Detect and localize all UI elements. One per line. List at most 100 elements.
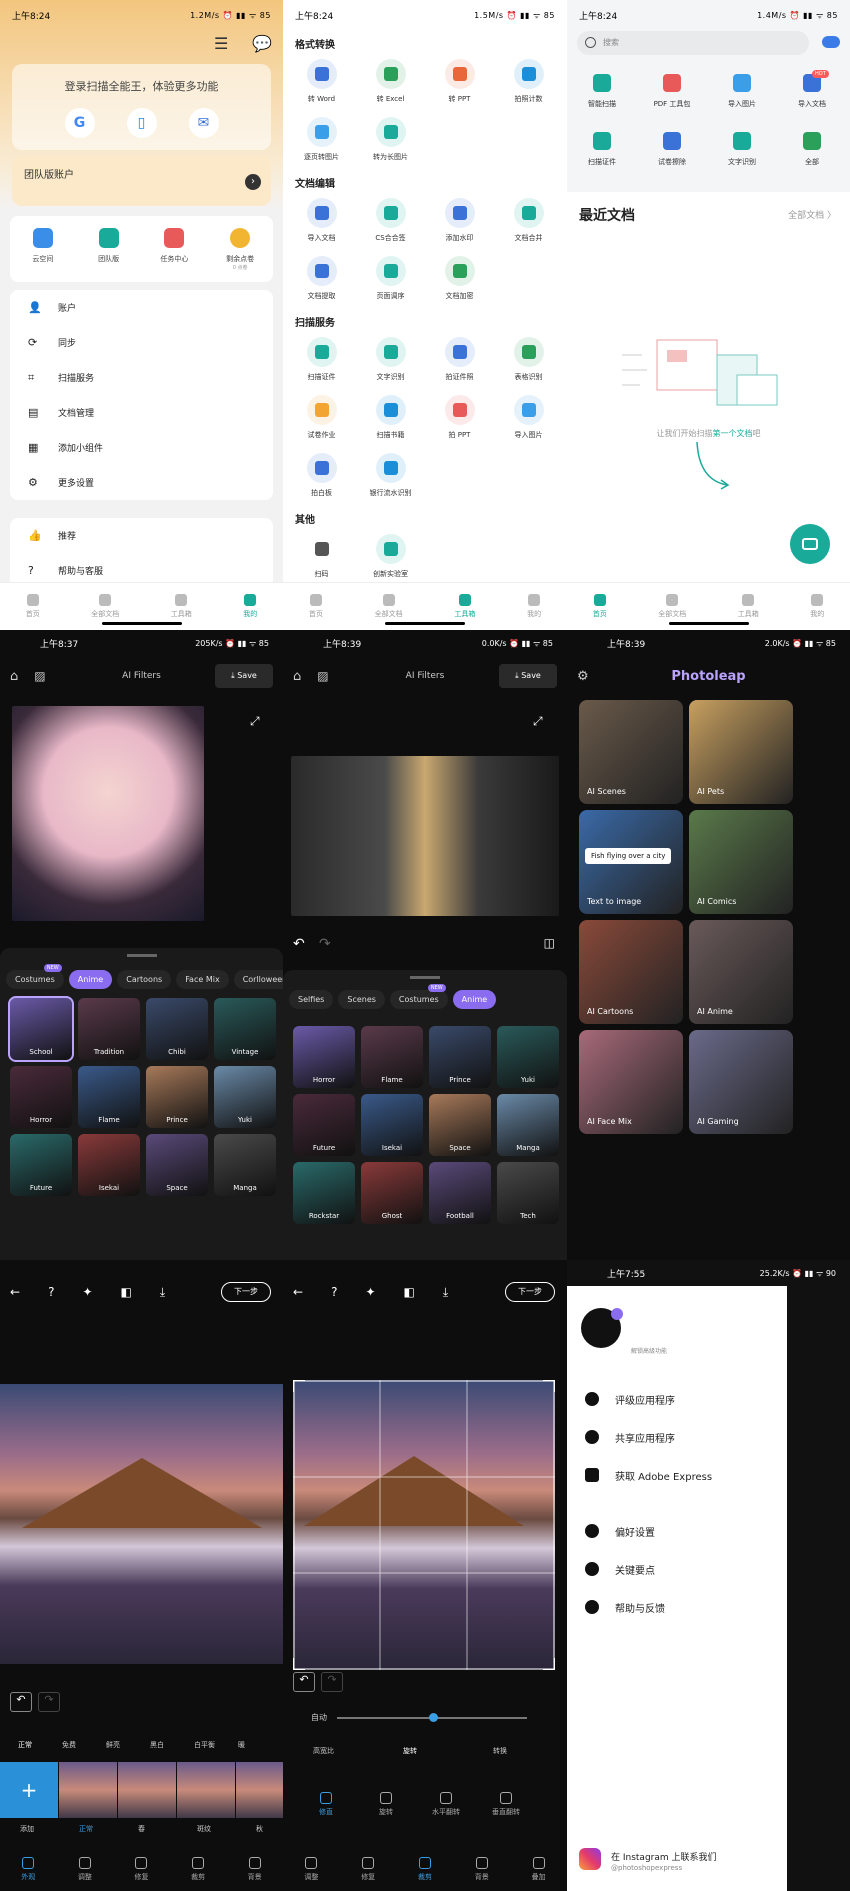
menu-help[interactable]: 帮助与反馈 [567,1588,787,1626]
tool-item[interactable]: 拍白板 [287,447,356,505]
slider-thumb[interactable] [429,1713,438,1722]
expand-icon[interactable]: ⤢ [250,714,260,729]
filter-thumb[interactable] [177,1762,235,1818]
chip-face-mix[interactable]: Face Mix [176,970,229,989]
filter-thumb[interactable]: Horror [293,1026,355,1088]
tab-toolbox[interactable]: 工具箱 [738,594,759,619]
tool-item[interactable]: 转为长图片 [356,111,425,169]
quick-tasks[interactable]: 任务中心 [149,228,199,282]
expand-icon[interactable]: ⤢ [533,714,543,729]
chip-scenes[interactable]: Scenes [338,990,385,1009]
tool-item[interactable]: CS合合签 [356,192,425,250]
undo-icon[interactable]: ↶ [10,1692,32,1712]
tab-home[interactable]: 首页 [593,594,607,619]
filter-thumb[interactable]: Tradition [78,998,140,1060]
tab-me[interactable]: 我的 [243,594,257,619]
help-icon[interactable]: ? [48,1285,54,1299]
download-icon[interactable]: ⤓ [443,1285,448,1300]
tool-item[interactable]: 扫码 [287,528,356,586]
tool-item[interactable]: 文档合并 [494,192,563,250]
filter-thumb[interactable]: Chibi [146,998,208,1060]
tab-me[interactable]: 我的 [810,594,824,619]
tool-item[interactable]: 文字识别 [707,124,777,182]
back-icon[interactable]: ← [10,1285,20,1299]
sheet-handle[interactable] [126,954,157,957]
tool-item[interactable]: 文字识别 [356,331,425,389]
editor-tab[interactable]: 修复 [134,1856,148,1882]
editor-tab[interactable]: 外观 [21,1856,35,1882]
tool-item[interactable]: 导入图片 [494,389,563,447]
save-button[interactable]: ⤓ Save [215,664,273,688]
compare-icon[interactable]: ◧ [404,1285,415,1299]
phone-login-icon[interactable]: ▯ [126,108,157,138]
tool-item[interactable]: 文档提取 [287,250,356,308]
chip-cartoons[interactable]: Cartoons [117,970,172,989]
feature-card[interactable]: AI Anime [689,920,793,1024]
redo-icon[interactable]: ↷ [321,1672,343,1692]
tool-item[interactable]: 文档加密 [425,250,494,308]
gallery-icon[interactable]: ▨ [34,669,45,683]
undo-icon[interactable]: ↶ [293,1672,315,1692]
crop-mode[interactable]: 旋转 [403,1746,417,1756]
filter-thumb[interactable]: Space [146,1134,208,1196]
tool-item[interactable]: 扫描书籍 [356,389,425,447]
feature-card[interactable]: AI Comics [689,810,793,914]
editor-tab[interactable]: 裁剪 [418,1856,432,1882]
tool-item[interactable]: 拍 PPT [425,389,494,447]
team-account-card[interactable]: 团队版账户 › [12,156,271,206]
quick-points[interactable]: 剩余点卷 0 点卷 [215,228,265,282]
filter-thumb[interactable]: Future [293,1094,355,1156]
undo-icon[interactable]: ↶ [293,936,305,952]
crop-mode[interactable]: 转换 [493,1746,507,1756]
home-icon[interactable]: ⌂ [293,669,301,684]
feature-card[interactable]: AI Cartoons [579,920,683,1024]
gear-icon[interactable]: ⚙ [577,669,589,684]
home-icon[interactable]: ⌂ [10,669,18,684]
tab-home[interactable]: 首页 [26,594,40,619]
feature-card[interactable]: AI Face Mix [579,1030,683,1134]
tool-item[interactable]: 扫描证件 [287,331,356,389]
crop-action[interactable]: 旋转 [361,1792,411,1817]
filter-category[interactable]: 正常 [18,1740,32,1750]
tool-item[interactable]: 转 Word [287,53,356,111]
download-icon[interactable]: ⤓ [160,1285,165,1300]
filter-thumb[interactable]: Prince [429,1026,491,1088]
crop-mode[interactable]: 高宽比 [313,1746,334,1756]
tool-item[interactable]: 试卷作业 [287,389,356,447]
editor-tab[interactable]: 调整 [78,1856,92,1882]
menu-share-app[interactable]: 共享应用程序 [567,1418,787,1456]
filter-thumb[interactable]: Space [429,1094,491,1156]
add-filter-button[interactable]: + [0,1762,58,1818]
tool-item[interactable]: 拍证件照 [425,331,494,389]
magic-wand-icon[interactable]: ✦ [365,1285,375,1299]
feature-card[interactable]: AI Pets [689,700,793,804]
editor-tab[interactable]: 裁剪 [191,1856,205,1882]
menu-key-points[interactable]: 关键要点 [567,1550,787,1588]
chip-selfies[interactable]: Selfies [289,990,334,1009]
gallery-icon[interactable]: ▨ [317,669,328,683]
chip-costumes[interactable]: Costumes NEW [6,964,64,989]
tool-item[interactable]: 转 Excel [356,53,425,111]
filter-category[interactable]: 白平衡 [194,1740,215,1750]
tool-item[interactable]: 转 PPT [425,53,494,111]
menu-adobe-express[interactable]: 获取 Adobe Express [567,1456,787,1494]
editor-tab[interactable]: 叠加 [532,1856,546,1882]
editor-tab[interactable]: 背景 [475,1856,489,1882]
tool-item[interactable]: 银行流水识别 [356,447,425,505]
menu-sync[interactable]: ⟳ 同步 [10,325,273,360]
help-icon[interactable]: ? [331,1285,337,1299]
redo-icon[interactable]: ↷ [38,1692,60,1712]
tool-item[interactable]: 导入文档 [287,192,356,250]
tool-item[interactable]: 逐页转图片 [287,111,356,169]
filter-category[interactable]: 黑白 [150,1740,164,1750]
filter-thumb[interactable]: Manga [214,1134,276,1196]
filter-category[interactable]: 免费 [62,1740,76,1750]
filter-thumb[interactable]: Tech [497,1162,559,1224]
filter-thumb[interactable]: Future [10,1134,72,1196]
chip-corlloween[interactable]: Corlloween 🎃 [233,970,283,989]
email-login-icon[interactable]: ✉ [188,108,219,138]
menu-rate-app[interactable]: 评级应用程序 [567,1380,787,1418]
filter-thumb[interactable]: School [8,996,74,1062]
message-icon[interactable]: 💬 [252,34,272,53]
menu-scan-service[interactable]: ⌗ 扫描服务 [10,360,273,395]
